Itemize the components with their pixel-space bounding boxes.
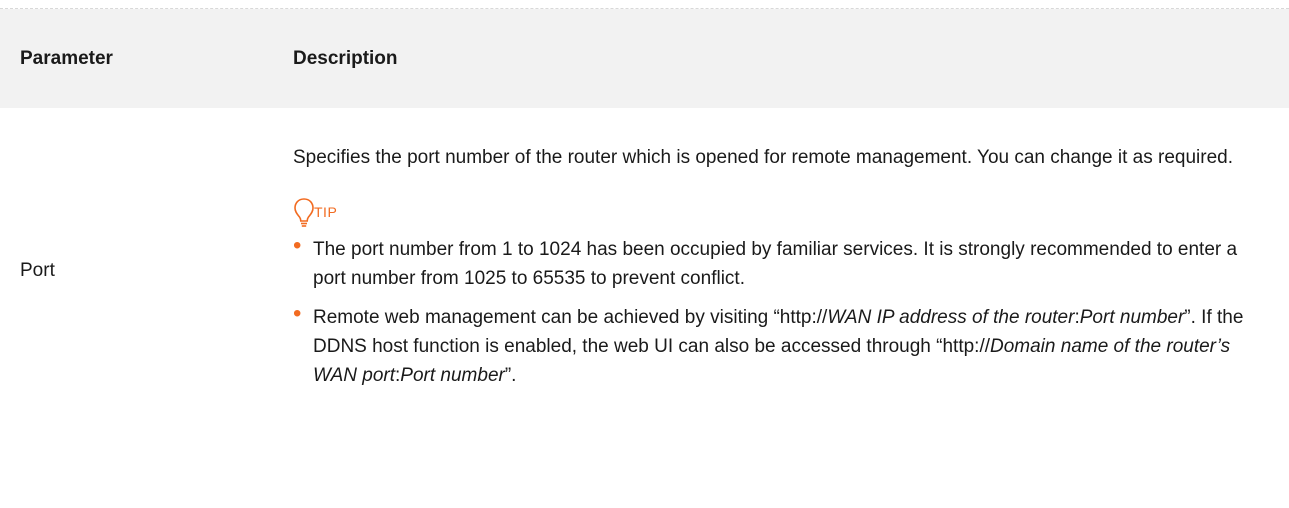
tip-placeholder-port: Port number: [1079, 307, 1185, 328]
parameter-cell: Port: [20, 108, 55, 433]
bullet-icon: •: [293, 300, 302, 327]
tip-list: • The port number from 1 to 1024 has bee…: [293, 232, 1273, 390]
tip-label: TIP: [314, 204, 338, 220]
header-description: Description: [293, 48, 398, 69]
tip-item: • The port number from 1 to 1024 has bee…: [293, 232, 1273, 293]
tip-item: • Remote web management can be achieved …: [293, 300, 1273, 390]
description-cell: Specifies the port number of the router …: [293, 143, 1273, 400]
tip-text-segment: Remote web management can be achieved by…: [313, 307, 828, 328]
tip-text-segment: ”.: [504, 365, 517, 386]
table-row: Port Specifies the port number of the ro…: [0, 108, 1289, 508]
description-text: Specifies the port number of the router …: [293, 147, 1234, 168]
tip-placeholder-port: Port number: [400, 365, 505, 386]
bullet-icon: •: [293, 232, 302, 259]
header-parameter: Parameter: [20, 48, 113, 69]
tip-heading: TIP: [293, 195, 1273, 229]
parameter-table: Parameter Description Port Specifies the…: [0, 8, 1289, 508]
tip-placeholder-wan-ip: WAN IP address of the router: [827, 307, 1075, 328]
tip-text: The port number from 1 to 1024 has been …: [313, 239, 1238, 289]
lightbulb-icon: [294, 198, 314, 227]
parameter-name: Port: [20, 259, 55, 281]
table-header-row: Parameter Description: [0, 9, 1289, 108]
